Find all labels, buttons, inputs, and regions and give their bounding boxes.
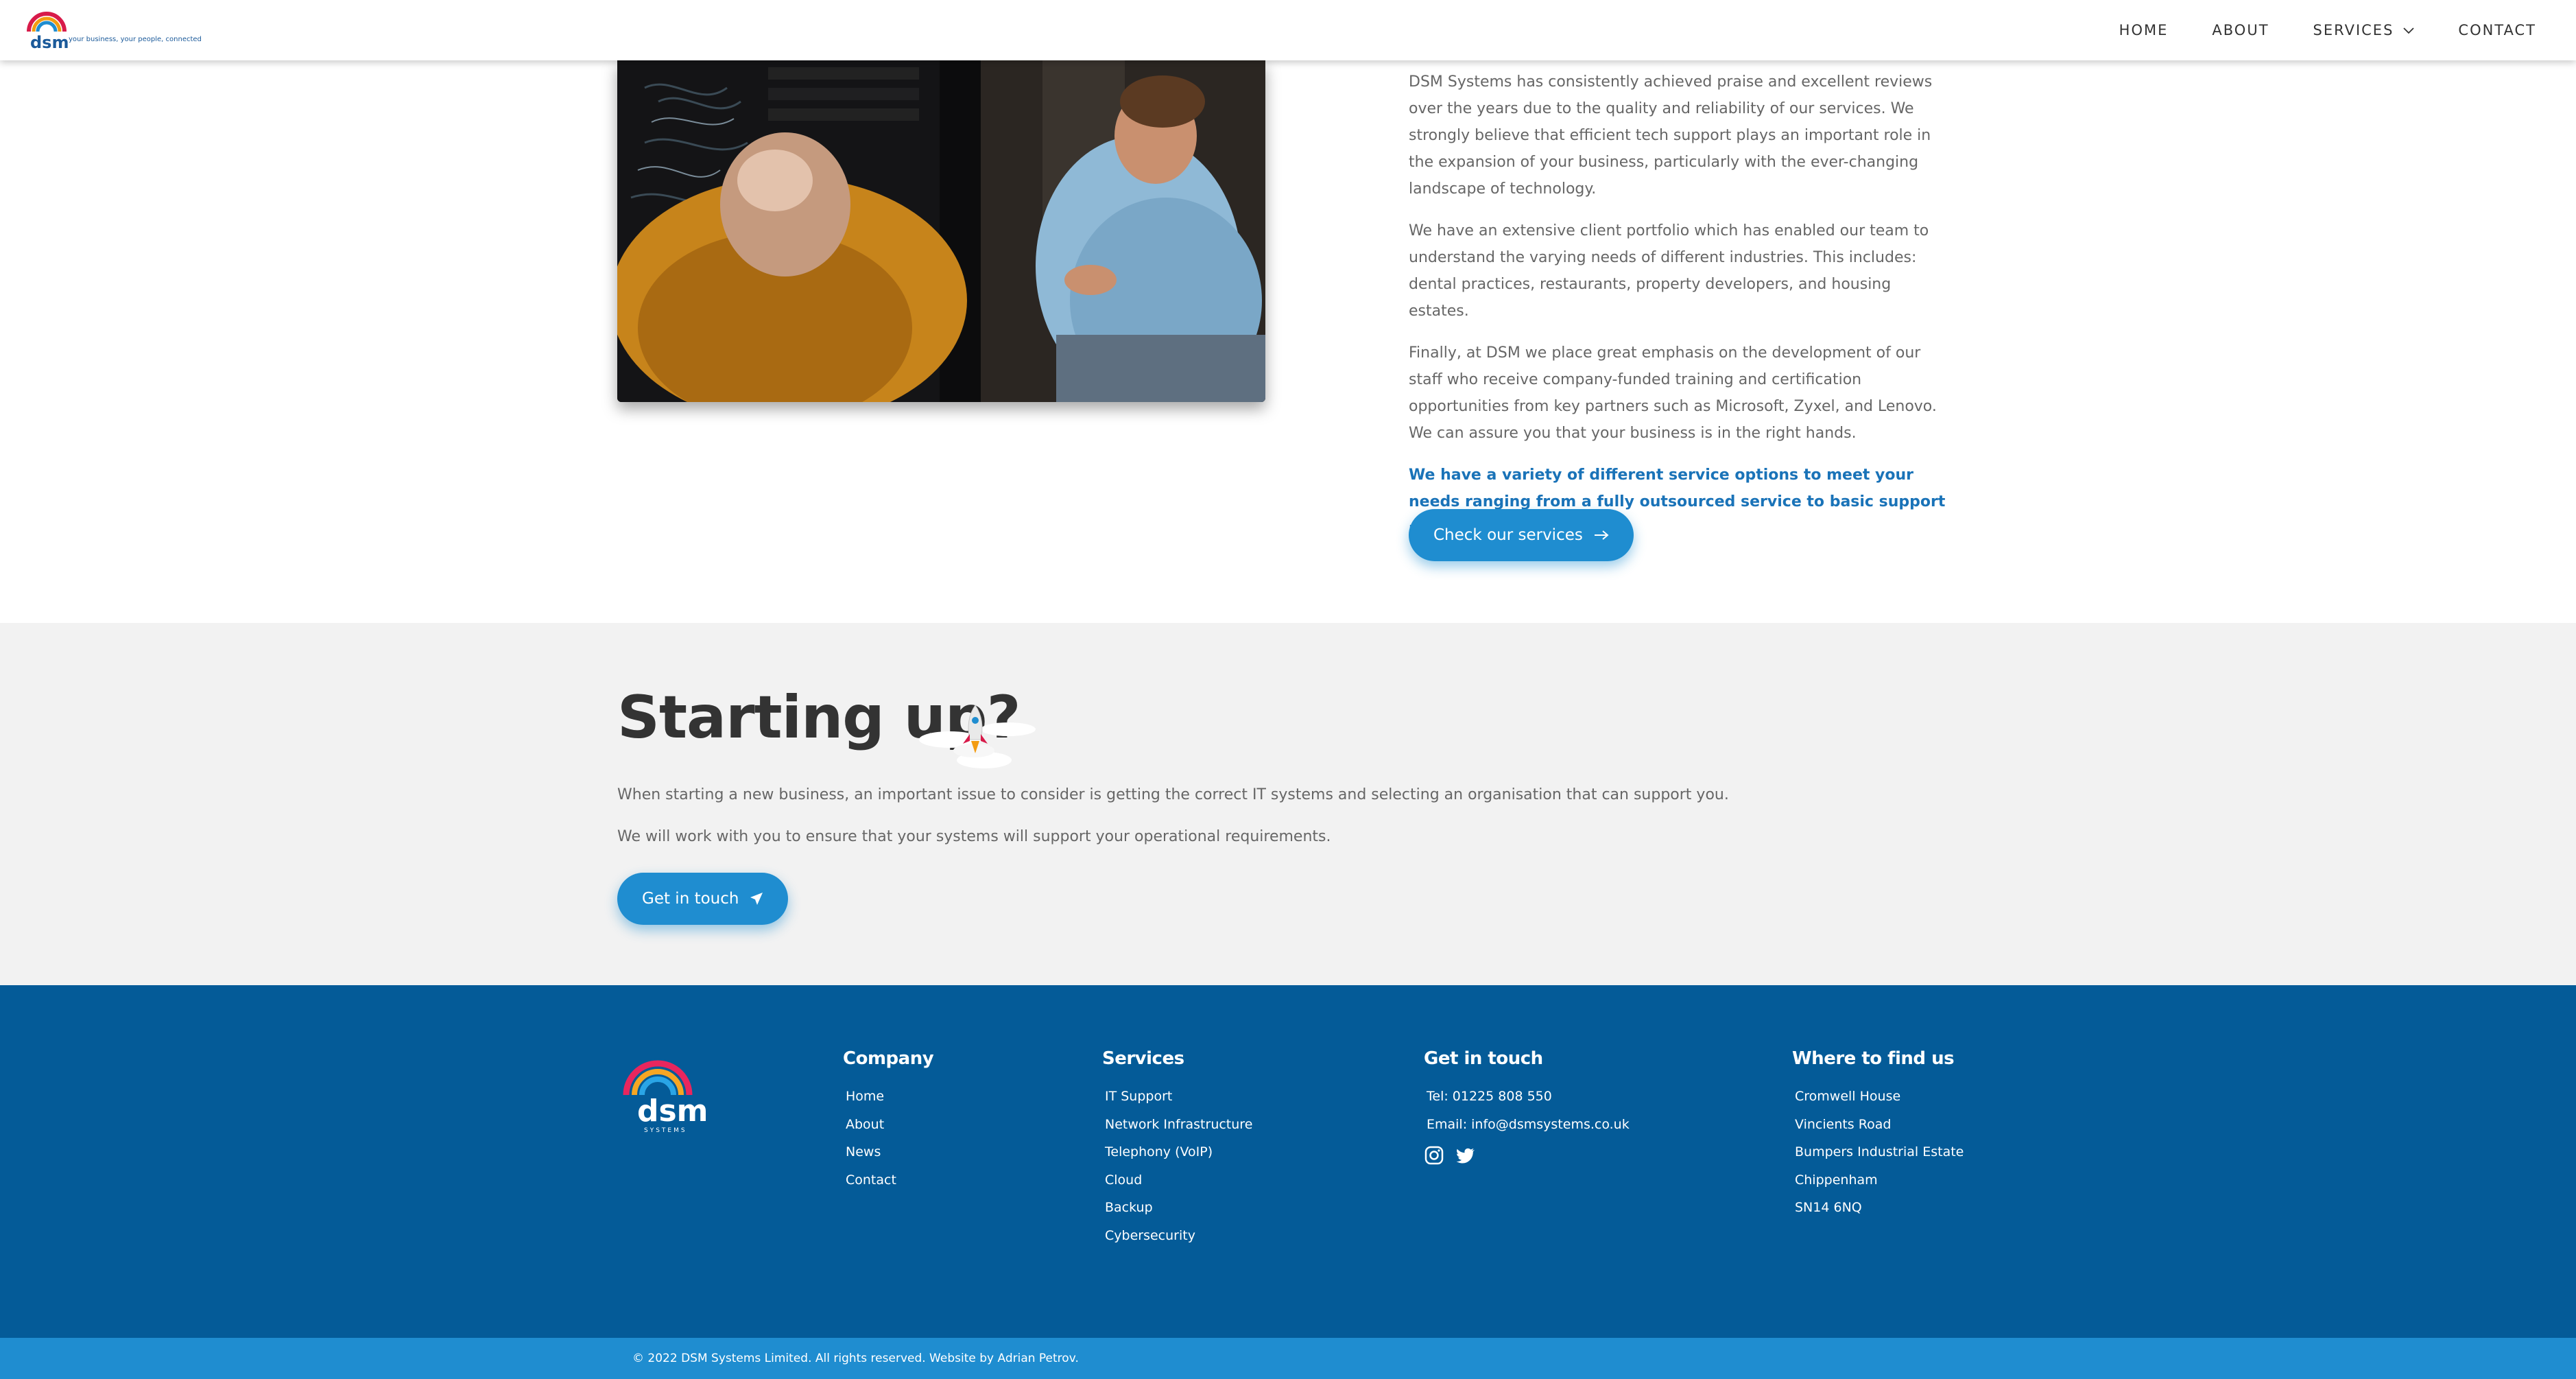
address-line: Bumpers Industrial Estate [1795, 1144, 1964, 1159]
social-links [1424, 1145, 1630, 1166]
technicians-photo [617, 60, 1265, 402]
address-line: Vincients Road [1795, 1116, 1892, 1132]
footer-company: Company Home About News Contact [843, 1048, 934, 1194]
footer-link-home[interactable]: Home [846, 1083, 933, 1111]
about-paragraph: Finally, at DSM we place great emphasis … [1409, 344, 1937, 442]
footer-contact-title: Get in touch [1424, 1048, 1543, 1069]
about-text: DSM Systems has consistently achieved pr… [1409, 69, 1951, 563]
twitter-icon[interactable] [1455, 1145, 1476, 1166]
starting-up-section: Starting up? When starting a new busines… [0, 623, 2576, 985]
about-paragraph: We have an extensive client portfolio wh… [1409, 222, 1929, 320]
footer-email[interactable]: Email: info@dsmsystems.co.uk [1427, 1111, 1630, 1139]
arrow-right-icon [1594, 530, 1609, 540]
copyright-text: © 2022 DSM Systems Limited. All rights r… [632, 1352, 1079, 1365]
rocket-icon [919, 705, 1036, 768]
footer-logo[interactable]: dsm SYSTEMS [621, 1052, 724, 1135]
server-room-image [617, 60, 1265, 402]
nav-services-label: SERVICES [2313, 22, 2394, 38]
address-line: SN14 6NQ [1795, 1200, 1862, 1215]
footer-link-news[interactable]: News [846, 1138, 933, 1166]
svg-text:dsm: dsm [30, 33, 69, 52]
footer-location-title: Where to find us [1792, 1048, 1955, 1069]
starting-up-paragraph: When starting a new business, an importa… [617, 786, 1729, 803]
footer-location: Where to find us Cromwell House Vincient… [1792, 1048, 1964, 1222]
site-footer: dsm SYSTEMS Company Home About News Cont… [0, 985, 2576, 1338]
nav-contact[interactable]: CONTACT [2458, 22, 2536, 38]
get-in-touch-button[interactable]: Get in touch [617, 873, 789, 925]
site-logo[interactable]: dsm your business, your people, connecte… [25, 8, 202, 52]
get-in-touch-label: Get in touch [642, 890, 739, 908]
footer-link-about[interactable]: About [846, 1111, 933, 1139]
footer-services: Services IT Support Network Infrastructu… [1102, 1048, 1252, 1249]
rainbow-arc-logo-icon: dsm [27, 12, 69, 52]
site-header: dsm your business, your people, connecte… [0, 0, 2576, 60]
copyright-bar: © 2022 DSM Systems Limited. All rights r… [0, 1338, 2576, 1379]
footer-logo-icon: dsm SYSTEMS [623, 1060, 708, 1134]
footer-services-title: Services [1102, 1048, 1184, 1069]
svg-text:dsm: dsm [637, 1094, 708, 1129]
logo-tagline: your business, your people, connected [69, 36, 202, 43]
starting-up-paragraph: We will work with you to ensure that you… [617, 828, 1331, 845]
footer-link-network[interactable]: Network Infrastructure [1105, 1111, 1252, 1139]
footer-phone[interactable]: Tel: 01225 808 550 [1427, 1083, 1630, 1111]
nav-home[interactable]: HOME [2119, 22, 2169, 38]
address-line: Chippenham [1795, 1172, 1878, 1188]
footer-link-contact[interactable]: Contact [846, 1166, 933, 1194]
about-paragraph: DSM Systems has consistently achieved pr… [1409, 73, 1933, 198]
footer-company-title: Company [843, 1048, 934, 1069]
svg-text:SYSTEMS: SYSTEMS [644, 1127, 687, 1134]
nav-about[interactable]: ABOUT [2212, 22, 2269, 38]
check-services-button[interactable]: Check our services [1409, 509, 1634, 561]
footer-contact: Get in touch Tel: 01225 808 550 Email: i… [1424, 1048, 1630, 1166]
paper-plane-icon [750, 893, 763, 905]
footer-link-cloud[interactable]: Cloud [1105, 1166, 1252, 1194]
footer-link-it-support[interactable]: IT Support [1105, 1083, 1252, 1111]
check-services-label: Check our services [1433, 526, 1583, 544]
footer-link-telephony[interactable]: Telephony (VoIP) [1105, 1138, 1252, 1166]
nav-services[interactable]: SERVICES [2313, 22, 2415, 38]
instagram-icon[interactable] [1424, 1145, 1444, 1166]
footer-link-cybersecurity[interactable]: Cybersecurity [1105, 1222, 1252, 1250]
address-line: Cromwell House [1795, 1089, 1901, 1104]
footer-link-backup[interactable]: Backup [1105, 1194, 1252, 1222]
chevron-down-icon [2403, 27, 2415, 34]
main-nav: HOME ABOUT SERVICES CONTACT [2075, 0, 2536, 60]
